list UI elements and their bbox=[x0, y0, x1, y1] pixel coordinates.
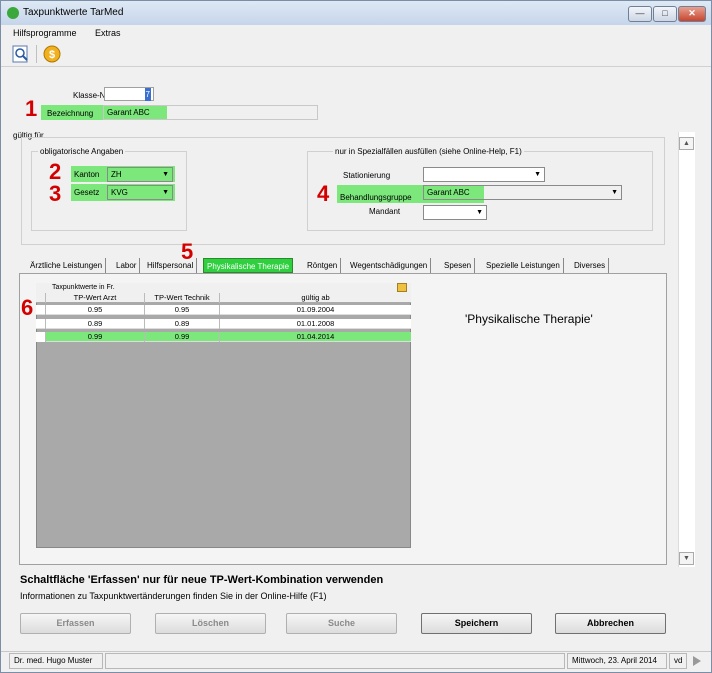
gesetz-value: KVG bbox=[111, 188, 128, 197]
stationierung-label: Stationierung bbox=[343, 171, 391, 180]
toolbar bbox=[1, 39, 711, 67]
column-header-gueltig-ab[interactable]: gültig ab bbox=[220, 293, 411, 303]
column-header-tp-technik[interactable]: TP-Wert Technik bbox=[145, 293, 220, 303]
behandlung-select[interactable]: Garant ABC ▼ bbox=[423, 185, 622, 200]
cell-tp-arzt: 0.99 bbox=[46, 332, 145, 342]
tab-wegentschaedigungen[interactable]: Wegentschädigungen bbox=[347, 258, 432, 273]
window-title: Taxpunktwerte TarMed bbox=[23, 7, 124, 18]
cell-tp-technik: 0.89 bbox=[145, 319, 220, 329]
resize-grip-icon[interactable] bbox=[690, 654, 704, 668]
chevron-down-icon: ▼ bbox=[611, 189, 618, 196]
cell-gueltig-ab: 01.04.2014 bbox=[296, 332, 335, 341]
bezeichnung-value: Garant ABC bbox=[107, 108, 150, 117]
grid-caption: Taxpunktwerte in Fr. bbox=[36, 283, 411, 293]
cell-gueltig-ab: 01.09.2004 bbox=[296, 305, 335, 314]
tab-spezielle-leistungen[interactable]: Spezielle Leistungen bbox=[483, 258, 564, 273]
status-code: vd bbox=[669, 653, 687, 669]
scroll-down-icon[interactable]: ▼ bbox=[679, 552, 694, 565]
status-empty bbox=[105, 653, 565, 669]
chevron-down-icon: ▼ bbox=[162, 171, 169, 178]
stationierung-select[interactable]: ▼ bbox=[423, 167, 545, 182]
close-button[interactable]: ✕ bbox=[678, 6, 706, 22]
kanton-select[interactable]: ZH ▼ bbox=[107, 167, 173, 182]
bezeichnung-input[interactable]: Garant ABC bbox=[103, 105, 318, 120]
mandant-label: Mandant bbox=[369, 207, 401, 216]
scrollbar[interactable] bbox=[678, 132, 695, 567]
table-row[interactable]: 0.95 0.95 01.09.2004 bbox=[36, 305, 411, 315]
menu-extras[interactable]: Extras bbox=[95, 28, 121, 38]
column-header-tp-arzt[interactable]: TP-Wert Arzt bbox=[46, 293, 145, 303]
main-window: Taxpunktwerte TarMed — □ ✕ Hilfsprogramm… bbox=[0, 0, 712, 673]
status-user: Dr. med. Hugo Muster bbox=[9, 653, 103, 669]
obligatorisch-title: obligatorische Angaben bbox=[38, 147, 126, 156]
tab-diverses[interactable]: Diverses bbox=[571, 258, 610, 273]
tab-roentgen[interactable]: Röntgen bbox=[304, 258, 342, 273]
row-indicator bbox=[36, 305, 46, 315]
tab-hilfspersonal[interactable]: Hilfspersonal bbox=[144, 258, 198, 273]
chevron-down-icon: ▼ bbox=[476, 209, 483, 216]
maximize-button[interactable]: □ bbox=[653, 6, 677, 22]
minimize-button[interactable]: — bbox=[628, 6, 652, 22]
kanton-label: Kanton bbox=[74, 170, 100, 179]
svg-text:$: $ bbox=[49, 49, 55, 61]
menu-hilfsprogramme[interactable]: Hilfsprogramme bbox=[13, 28, 77, 38]
marker-4: 4 bbox=[317, 181, 330, 206]
suche-button[interactable]: Suche bbox=[286, 613, 397, 634]
behandlung-value: Garant ABC bbox=[427, 188, 470, 197]
gesetz-select[interactable]: KVG ▼ bbox=[107, 185, 173, 200]
scroll-up-icon[interactable]: ▲ bbox=[679, 137, 694, 150]
kanton-value: ZH bbox=[111, 170, 122, 179]
bezeichnung-label: Bezeichnung bbox=[47, 109, 94, 118]
loeschen-button[interactable]: Löschen bbox=[155, 613, 266, 634]
klasse-input[interactable]: 7 bbox=[104, 87, 154, 101]
note-info: Informationen zu Taxpunktwertänderungen … bbox=[20, 591, 327, 601]
mandant-select[interactable]: ▼ bbox=[423, 205, 487, 220]
search-icon[interactable] bbox=[11, 44, 31, 64]
note-bold: Schaltfläche 'Erfassen' nur für neue TP-… bbox=[20, 574, 384, 586]
chevron-down-icon: ▼ bbox=[534, 171, 541, 178]
tab-labor[interactable]: Labor bbox=[113, 258, 141, 273]
tab-physikalische-therapie[interactable]: Physikalische Therapie bbox=[203, 258, 294, 273]
status-date: Mittwoch, 23. April 2014 bbox=[567, 653, 667, 669]
marker-6: 6 bbox=[21, 295, 34, 320]
tab-spesen[interactable]: Spesen bbox=[441, 258, 476, 273]
erfassen-button[interactable]: Erfassen bbox=[20, 613, 131, 634]
table-row[interactable]: 0.89 0.89 01.01.2008 bbox=[36, 319, 411, 329]
tab-aerztliche-leistungen[interactable]: Ärztliche Leistungen bbox=[27, 258, 107, 273]
behandlung-label: Behandlungsgruppe bbox=[340, 193, 412, 202]
grid-header-indicator bbox=[36, 293, 46, 303]
marker-1: 1 bbox=[25, 96, 38, 121]
row-indicator bbox=[36, 332, 46, 342]
app-icon bbox=[7, 7, 19, 19]
cell-tp-arzt: 0.95 bbox=[46, 305, 145, 315]
grid-add-icon[interactable] bbox=[397, 283, 407, 292]
coin-icon[interactable]: $ bbox=[42, 44, 62, 64]
row-indicator bbox=[36, 319, 46, 329]
toolbar-separator bbox=[36, 45, 37, 63]
cell-tp-technik: 0.95 bbox=[145, 305, 220, 315]
grid-header: TP-Wert Arzt TP-Wert Technik gültig ab bbox=[36, 293, 411, 303]
chevron-down-icon: ▼ bbox=[162, 189, 169, 196]
klasse-value: 7 bbox=[144, 88, 151, 101]
cell-tp-arzt: 0.89 bbox=[46, 319, 145, 329]
gesetz-label: Gesetz bbox=[74, 188, 100, 197]
spezial-title: nur in Spezialfällen ausfüllen (siehe On… bbox=[333, 147, 524, 156]
table-row[interactable]: 0.99 0.99 01.04.2014 bbox=[36, 332, 411, 342]
cell-tp-technik: 0.99 bbox=[145, 332, 220, 342]
abbrechen-button[interactable]: Abbrechen bbox=[555, 613, 666, 634]
cell-gueltig-ab: 01.01.2008 bbox=[296, 319, 335, 328]
speichern-button[interactable]: Speichern bbox=[421, 613, 532, 634]
panel-heading: 'Physikalische Therapie' bbox=[465, 312, 593, 326]
marker-3: 3 bbox=[49, 181, 62, 206]
